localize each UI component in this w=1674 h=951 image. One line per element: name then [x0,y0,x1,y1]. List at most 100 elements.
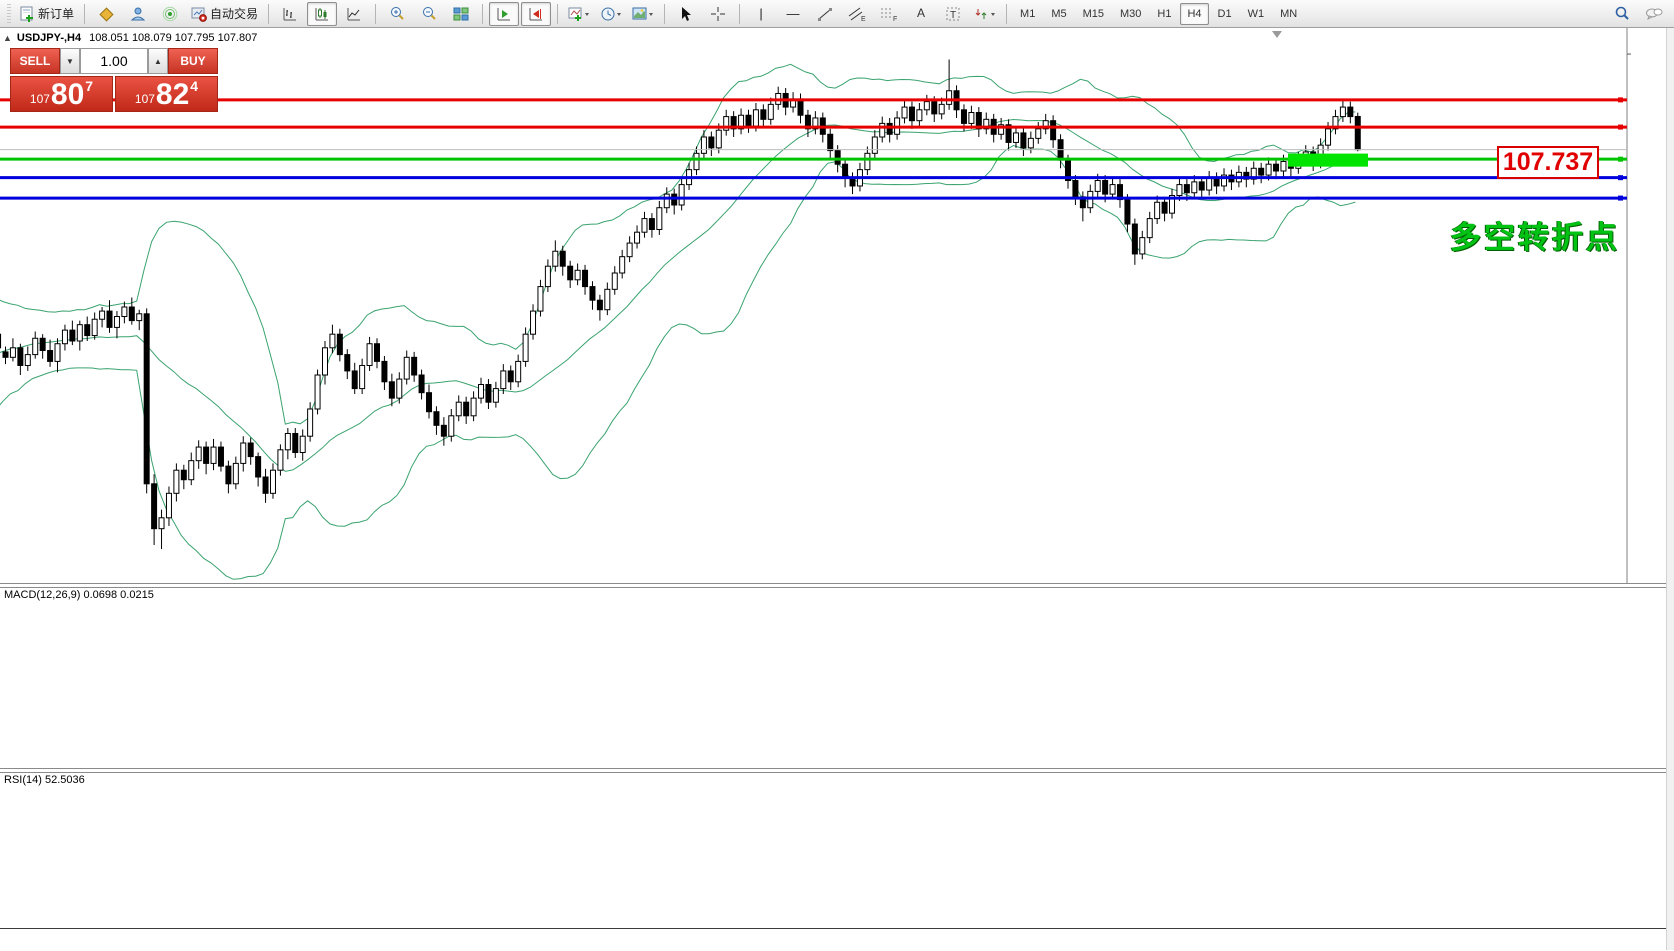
toolbar-separator [1006,4,1007,24]
zoom-out-button[interactable] [414,2,444,26]
signals-button[interactable] [155,2,185,26]
fibonacci-tool-button[interactable]: F [874,2,904,26]
timeframe-MN[interactable]: MN [1273,3,1304,25]
equidistant-channel-icon: E [848,6,866,22]
candlestick-chart-icon [314,6,330,22]
chart-shift-marker[interactable] [1272,31,1282,38]
volume-input[interactable]: 1.00 [80,48,148,74]
volume-step-up[interactable]: ▲ [148,48,168,74]
new-order-button[interactable]: 新订单 [15,2,78,26]
periods-button[interactable] [596,2,626,26]
chat-button[interactable] [1639,2,1669,26]
bar-chart-icon [282,6,298,22]
line-chart-button[interactable] [339,2,369,26]
sell-price-pip: 7 [85,78,93,94]
order-ticket-plus-icon [19,6,35,22]
metaeditor-button[interactable] [91,2,121,26]
timeframe-H4[interactable]: H4 [1180,3,1208,25]
cursor-button[interactable] [671,2,701,26]
community-person-icon [130,6,146,22]
zoom-in-button[interactable] [382,2,412,26]
svg-text:F: F [893,16,897,22]
tile-windows-button[interactable] [446,2,476,26]
chart-title: USDJPY-,H4 [17,32,81,44]
toolbar-separator [557,4,558,24]
bar-chart-button[interactable] [275,2,305,26]
toolbar-separator [375,4,376,24]
trendline-tool-button[interactable] [810,2,840,26]
turning-point-annotation[interactable]: 多空转折点 [1450,212,1620,257]
timeframe-group: M1M5M15M30H1H4D1W1MN [1012,3,1305,25]
metaeditor-icon [98,6,114,22]
timeframe-H1[interactable]: H1 [1150,3,1178,25]
volume-step-down[interactable]: ▼ [60,48,80,74]
one-click-collapse-icon[interactable]: ▲ [3,33,12,43]
arrows-tool-button[interactable] [970,2,1000,26]
cursor-arrow-icon [679,6,693,22]
channel-tool-button[interactable]: E [842,2,872,26]
toolbar-separator [482,4,483,24]
autotrading-icon [191,6,207,22]
chart-header: ▲ USDJPY-,H4 108.051 108.079 107.795 107… [3,32,257,44]
crosshair-icon [710,6,726,22]
text-label-tool-button[interactable]: T [938,2,968,26]
timeframe-M30[interactable]: M30 [1113,3,1148,25]
timeframe-M5[interactable]: M5 [1044,3,1073,25]
main-toolbar: 新订单 自动交易 [0,0,1674,28]
timeframe-M15[interactable]: M15 [1076,3,1111,25]
bollinger-lower [0,146,1355,580]
chart-shift-button[interactable] [521,2,551,26]
candlestick-chart-button[interactable] [307,2,337,26]
price-callout-label[interactable]: 107.737 [1497,146,1599,179]
community-button[interactable] [123,2,153,26]
timeframe-M1[interactable]: M1 [1013,3,1042,25]
macd-pane[interactable] [0,586,1674,768]
hline-tool-button[interactable]: — [778,2,808,26]
tile-windows-icon [453,6,469,22]
buy-price-pip: 4 [190,78,198,94]
chart-region: ▲ USDJPY-,H4 108.051 108.079 107.795 107… [0,28,1674,950]
sell-price-prefix: 107 [30,92,50,106]
autotrading-label: 自动交易 [210,5,258,22]
rsi-pane[interactable] [0,771,1674,928]
signals-broadcast-icon [162,6,178,22]
rsi-indicator-label: RSI(14) 52.5036 [4,774,85,786]
chart-shift-icon [528,6,544,22]
buy-price-prefix: 107 [135,92,155,106]
zoom-in-icon [389,6,405,22]
price-chart-pane[interactable] [0,28,1674,583]
sell-price-button[interactable]: 107 80 7 [10,76,113,112]
trendline-icon [817,6,833,22]
time-axis[interactable] [0,928,1674,951]
toolbar-grip [7,4,11,24]
timeframe-W1[interactable]: W1 [1241,3,1272,25]
green-highlight-box[interactable] [1288,154,1368,167]
bollinger-upper [0,64,1355,424]
timeframe-D1[interactable]: D1 [1211,3,1239,25]
boxed-t-icon: T [945,6,961,22]
text-tool-button[interactable]: A [906,2,936,26]
search-button[interactable] [1607,2,1637,26]
chart-ohlc-values: 108.051 108.079 107.795 107.807 [89,32,257,44]
buy-price-button[interactable]: 107 82 4 [115,76,218,112]
autotrading-button[interactable]: 自动交易 [187,2,262,26]
chat-bubbles-icon [1645,6,1663,22]
indicators-button[interactable] [564,2,594,26]
auto-scroll-button[interactable] [489,2,519,26]
auto-scroll-icon [496,6,512,22]
clock-icon [600,6,622,22]
crosshair-button[interactable] [703,2,733,26]
buy-price-main: 82 [156,81,189,109]
sell-button[interactable]: SELL [10,48,60,74]
line-chart-icon [346,6,362,22]
templates-button[interactable] [628,2,658,26]
toolbar-separator [84,4,85,24]
arrow-shapes-icon [974,6,996,22]
toolbar-separator [739,4,740,24]
sell-price-main: 80 [51,81,84,109]
toolbar-separator [664,4,665,24]
horizontal-line-icon: — [787,7,800,20]
buy-button[interactable]: BUY [168,48,218,74]
fibonacci-icon: F [880,6,898,22]
vline-tool-button[interactable]: | [746,2,776,26]
